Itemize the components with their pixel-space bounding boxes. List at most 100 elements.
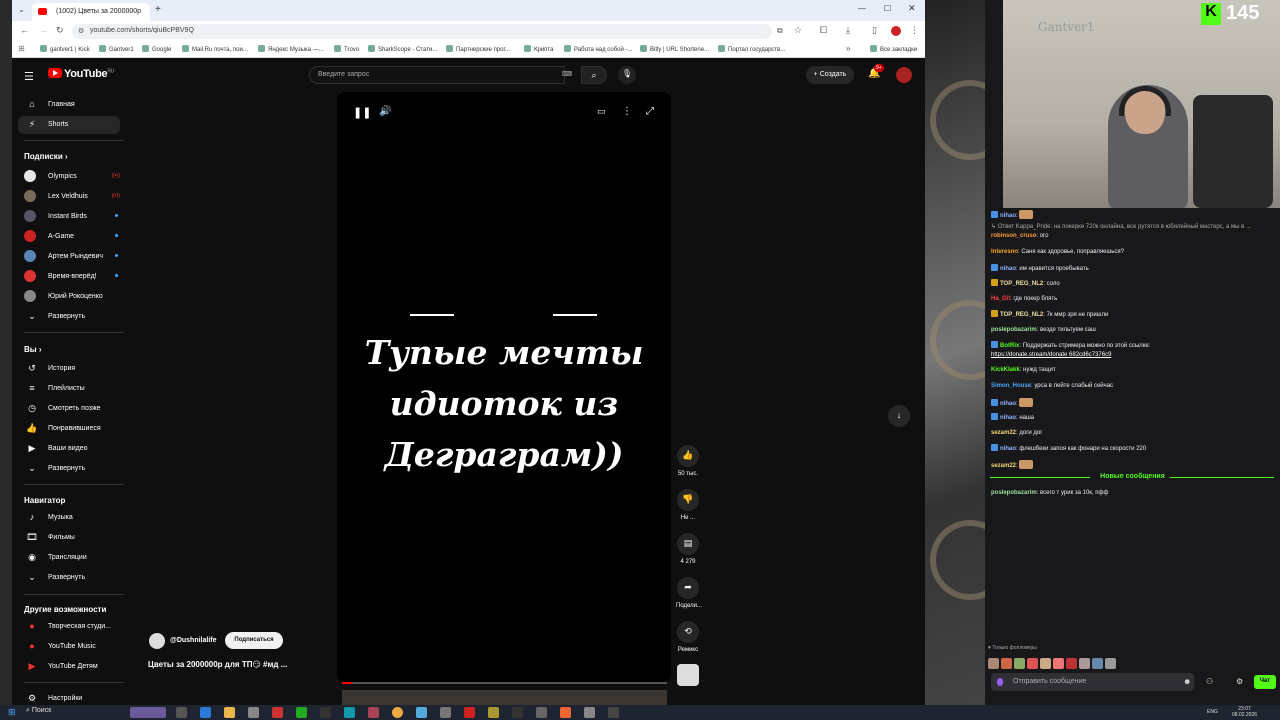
bookmark-item[interactable]: Работа над собой -... (564, 45, 632, 53)
remix-button[interactable]: ⟲ Ремикс (676, 621, 700, 653)
bookmark-item[interactable]: gantver1 | Kick (40, 45, 90, 53)
sidebar-item-studio[interactable]: ● Творческая студи... (18, 618, 120, 636)
mic-icon[interactable] (997, 678, 1003, 686)
cast-icon[interactable]: ⧉ (777, 26, 783, 36)
start-icon[interactable]: ⊞ (8, 707, 16, 718)
comments-button[interactable]: ▤ 4 279 (676, 533, 700, 565)
keyboard-language[interactable]: ENG (1207, 709, 1218, 715)
menu-hamburger-icon[interactable]: ☰ (24, 70, 34, 83)
chat-tools-icon[interactable]: ⚇ (1206, 677, 1213, 686)
bookmark-item[interactable]: Mail.Ru почта, пои... (182, 45, 248, 53)
chat-username[interactable]: nihao (1000, 401, 1016, 407)
chat-username[interactable]: poslepobazarim (991, 327, 1037, 333)
sidebar-item-movies[interactable]: 🎞 Фильмы (18, 529, 120, 547)
shorts-video-player[interactable]: ❚❚ 🔊 ▭ ⋮ ⤢ Тупые мечты идиоток из Деграг… (337, 92, 671, 682)
emote-icon[interactable] (988, 658, 999, 669)
emoji-icon[interactable]: ☻ (1183, 677, 1191, 686)
chat-username[interactable]: nihao (1000, 213, 1016, 219)
subscription-item[interactable]: Юрий Рокоценко (18, 288, 120, 306)
app-icon[interactable] (512, 707, 523, 718)
tab-active[interactable]: (1002) Цветы за 2000000р (32, 3, 150, 21)
address-bar[interactable]: ⚙ youtube.com/shorts/qiuBcPBV9Q (72, 24, 772, 39)
chat-username[interactable]: Interesno (991, 249, 1018, 255)
dislike-button[interactable]: 👎 Не ... (676, 489, 700, 521)
subscription-item[interactable]: Instant Birds (18, 208, 120, 226)
emote-bar[interactable] (988, 656, 1128, 669)
app-icon[interactable] (272, 707, 283, 718)
app-icon[interactable] (440, 707, 451, 718)
app-icon[interactable] (536, 707, 547, 718)
subscription-item[interactable]: A-Game (18, 228, 120, 246)
pause-icon[interactable]: ❚❚ (353, 106, 371, 119)
search-button[interactable]: ⌕ (581, 66, 607, 84)
bookmarks-overflow-icon[interactable]: » (846, 44, 850, 53)
channel-handle[interactable]: @Dushnilalife (170, 637, 217, 644)
bookmark-item[interactable]: Яндекс Музыка —... (258, 45, 324, 53)
expand-you-button[interactable]: ⌄ Развернуть (18, 460, 120, 478)
app-icon[interactable] (344, 707, 355, 718)
download-icon[interactable]: ⤓ (846, 25, 850, 36)
subscriptions-heading[interactable]: Подписки › (24, 152, 68, 161)
forward-icon[interactable]: → (39, 25, 48, 35)
sidebar-item-liked[interactable]: 👍 Понравившиеся (18, 420, 120, 438)
more-options-icon[interactable]: ⋮ (622, 106, 632, 117)
extensions-icon[interactable]: ⧠ (820, 25, 827, 36)
reload-icon[interactable]: ↻ (56, 25, 64, 36)
emote-icon[interactable] (1066, 658, 1077, 669)
yandex-icon[interactable] (464, 707, 475, 718)
back-icon[interactable]: ← (20, 25, 29, 35)
bookmark-item[interactable]: Портал государств... (718, 45, 785, 53)
bookmark-item[interactable]: Trovo (334, 45, 359, 53)
chat-username[interactable]: Ha_Gil (991, 296, 1010, 302)
subscription-item[interactable]: Артем Рындевич (18, 248, 120, 266)
sound-thumbnail[interactable] (676, 664, 700, 686)
you-heading[interactable]: Вы › (24, 345, 42, 354)
expand-subscriptions-button[interactable]: ⌄ Развернуть (18, 308, 120, 326)
account-avatar[interactable] (896, 67, 912, 83)
sidebar-item-yt-kids[interactable]: ▶ YouTube Детям (18, 658, 120, 676)
emote-icon[interactable] (1001, 658, 1012, 669)
app-icon[interactable] (608, 707, 619, 718)
taskbar-clock[interactable]: 23:07 08.02.2026 (1232, 706, 1257, 718)
youtube-logo[interactable]: YouTubeRU (48, 68, 114, 80)
share-button[interactable]: ➦ Подели... (676, 577, 702, 609)
tab-list-icon[interactable]: ⌄ (18, 5, 25, 14)
subscribe-button[interactable]: Подписаться (225, 632, 283, 649)
emote-icon[interactable] (1079, 658, 1090, 669)
like-button[interactable]: 👍 50 тыс. (676, 445, 700, 477)
profile-avatar[interactable] (891, 26, 901, 36)
app-icon[interactable] (584, 707, 595, 718)
subscription-item[interactable]: Olympics ((•)) (18, 168, 120, 186)
taskbar-search[interactable]: ⌕ Поиск (26, 707, 126, 718)
sidebar-item-yt-music[interactable]: ● YouTube Music (18, 638, 120, 656)
chat-username[interactable]: robinson_cruso (991, 233, 1036, 239)
sidebar-item-watch-later[interactable]: ◷ Смотреть позже (18, 400, 120, 418)
chat-username[interactable]: nihao (1000, 266, 1016, 272)
captions-icon[interactable]: ▭ (597, 106, 606, 117)
volume-icon[interactable]: 🔊 (379, 106, 391, 117)
subscription-item[interactable]: Lex Veldhuis ((•)) (18, 188, 120, 206)
chat-input[interactable]: Отправить сообщение (991, 673, 1194, 691)
app-icon[interactable] (296, 707, 307, 718)
emote-icon[interactable] (1027, 658, 1038, 669)
subscription-item[interactable]: Время-вперёд! (18, 268, 120, 286)
next-video-button[interactable]: ↓ (888, 405, 910, 427)
fullscreen-icon[interactable]: ⤢ (646, 106, 654, 117)
progress-bar[interactable] (342, 682, 667, 684)
keyboard-icon[interactable]: ⌨ (562, 70, 572, 78)
voice-search-button[interactable]: 🎙 (618, 66, 636, 84)
bookmark-item[interactable]: SharkScope - Стати... (368, 45, 437, 53)
expand-navigator-button[interactable]: ⌄ Развернуть (18, 569, 120, 587)
chat-username[interactable]: sezam22 (991, 430, 1016, 436)
short-title[interactable]: Цветы за 2000000р для ТП😏 #мд ... (148, 660, 287, 669)
chat-username[interactable]: nihao (1000, 446, 1016, 452)
chat-username[interactable]: BotRix (1000, 343, 1019, 349)
bookmark-item[interactable]: Gantver1 (99, 45, 134, 53)
chat-username[interactable]: TOP_REG_NL2 (1000, 312, 1043, 318)
new-tab-button[interactable]: + (155, 4, 161, 15)
emote-icon[interactable] (1053, 658, 1064, 669)
bookmark-item[interactable]: Bitly | URL Shortene... (640, 45, 709, 53)
chrome-icon[interactable] (392, 707, 403, 718)
app-icon[interactable] (320, 707, 331, 718)
chat-username[interactable]: poslepobazarim (991, 490, 1037, 496)
